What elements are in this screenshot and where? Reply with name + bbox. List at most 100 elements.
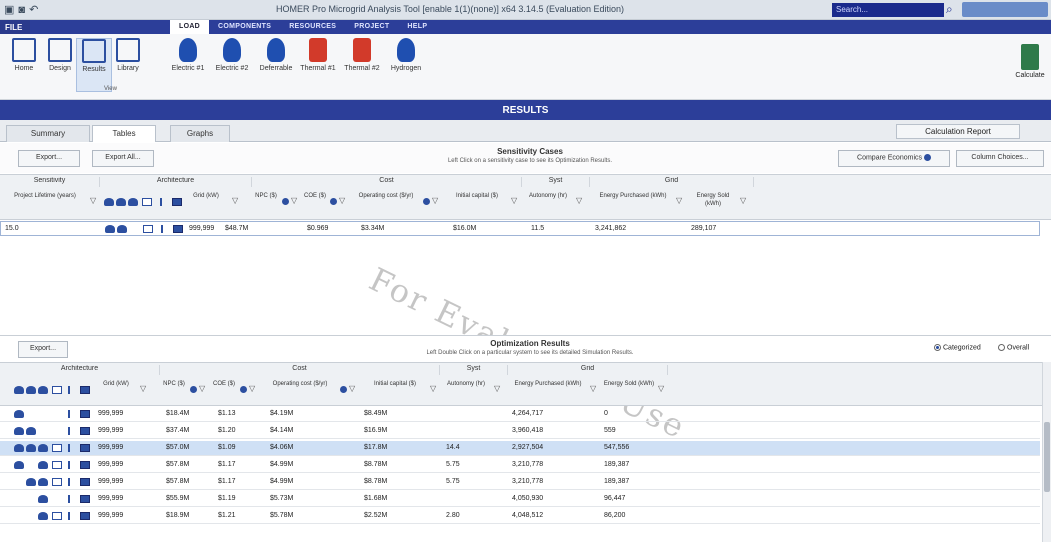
cell-coe: $1.09 <box>218 444 236 451</box>
ribbon-button-thermal-1[interactable]: Thermal #1 <box>300 38 336 92</box>
filter-icon[interactable]: ▽ <box>590 384 596 393</box>
ribbon-button-hydrogen[interactable]: Hydrogen <box>388 38 424 92</box>
col-coe[interactable]: COE ($) <box>303 192 327 200</box>
info-icon[interactable] <box>423 198 430 205</box>
col-energy-sold[interactable]: Energy Sold (kWh) <box>688 192 738 208</box>
arch-electric1-icon <box>104 198 114 206</box>
title-bar: ▣ ◙ ↶ HOMER Pro Microgrid Analysis Tool … <box>0 0 1051 20</box>
ribbon-button-electric-1[interactable]: Electric #1 <box>170 38 206 92</box>
sensitivity-export-button[interactable]: Export... <box>18 150 80 167</box>
window-title: HOMER Pro Microgrid Analysis Tool [enabl… <box>275 4 624 14</box>
filter-icon[interactable]: ▽ <box>676 196 682 205</box>
col-operating-cost[interactable]: Operating cost ($/yr) <box>352 192 420 200</box>
sensitivity-row[interactable]: 15.0 999,999 $48.7M $0.969 $3.34M $16.0M… <box>0 221 1040 236</box>
column-choices-button[interactable]: Column Choices... <box>956 150 1044 167</box>
col-npc[interactable]: NPC ($) <box>162 380 186 388</box>
info-icon[interactable] <box>340 386 347 393</box>
tab-summary[interactable]: Summary <box>6 125 90 142</box>
col-initial-capital[interactable]: Initial capital ($) <box>362 380 428 388</box>
col-project-lifetime[interactable]: Project Lifetime (years) <box>2 192 88 200</box>
menu-tab-help[interactable]: HELP <box>398 20 436 34</box>
sensitivity-subtitle: Left Click on a sensitivity case to see … <box>447 158 613 164</box>
filter-icon[interactable]: ▽ <box>339 196 345 205</box>
ribbon-button-design[interactable]: Design <box>42 38 78 92</box>
info-icon[interactable] <box>240 386 247 393</box>
ribbon-button-electric-2[interactable]: Electric #2 <box>214 38 250 92</box>
arch-grid-icon <box>68 495 78 503</box>
info-icon[interactable] <box>282 198 289 205</box>
col-autonomy[interactable]: Autonomy (hr) <box>524 192 572 200</box>
filter-icon[interactable]: ▽ <box>494 384 500 393</box>
cell-purchased: 4,050,930 <box>512 495 544 502</box>
optimization-export-button[interactable]: Export... <box>18 341 68 358</box>
col-energy-purchased[interactable]: Energy Purchased (kWh) <box>510 380 586 388</box>
ribbon-button-thermal-2[interactable]: Thermal #2 <box>344 38 380 92</box>
group-architecture: Architecture <box>0 365 160 375</box>
filter-icon[interactable]: ▽ <box>740 196 746 205</box>
overall-label: Overall <box>1007 344 1030 352</box>
app-icon[interactable]: ▣ <box>4 3 14 16</box>
filter-icon[interactable]: ▽ <box>199 384 205 393</box>
calculate-button[interactable]: Calculate <box>1010 44 1050 96</box>
ribbon-button-label: Library <box>117 65 139 72</box>
filter-icon[interactable]: ▽ <box>249 384 255 393</box>
optimization-scrollbar[interactable] <box>1042 362 1051 542</box>
tab-graphs[interactable]: Graphs <box>170 125 230 142</box>
overall-radio[interactable]: Overall <box>998 344 1029 351</box>
cell-capital: $2.52M <box>364 512 388 519</box>
cell-npc: $57.8M <box>166 461 190 468</box>
col-operating-cost[interactable]: Operating cost ($/yr) <box>262 380 338 388</box>
filter-icon[interactable]: ▽ <box>349 384 355 393</box>
filter-icon[interactable]: ▽ <box>291 196 297 205</box>
ribbon-button-label: Electric #1 <box>171 65 205 72</box>
info-icon[interactable] <box>190 386 197 393</box>
info-icon[interactable] <box>330 198 337 205</box>
search-input[interactable]: Search... <box>832 3 944 17</box>
filter-icon[interactable]: ▽ <box>232 196 238 205</box>
cell-grid: 999,999 <box>98 444 124 451</box>
menu-tab-components[interactable]: COMPONENTS <box>209 20 280 34</box>
ribbon-button-home[interactable]: Home <box>6 38 42 92</box>
ribbon-button-deferrable[interactable]: Deferrable <box>258 38 294 92</box>
col-npc[interactable]: NPC ($) <box>254 192 278 200</box>
filter-icon[interactable]: ▽ <box>432 196 438 205</box>
optimization-row[interactable]: 999,999 $18.4M $1.13 $4.19M $8.49M 4,264,717 0 <box>0 407 1040 422</box>
optimization-row[interactable]: 999,999 $57.0M $1.09 $4.06M $17.8M 14.4 2,927,… <box>0 441 1040 456</box>
cell-npc: $57.0M <box>166 444 190 451</box>
optimization-row[interactable]: 999,999 $57.8M $1.17 $4.99M $8.78M 5.75 3,210,… <box>0 475 1040 490</box>
menu-tab-project[interactable]: PROJECT <box>345 20 398 34</box>
col-grid-kw[interactable]: Grid (kW) <box>96 380 136 388</box>
optimization-row[interactable]: 999,999 $57.8M $1.17 $4.99M $8.78M 5.75 3,210,… <box>0 458 1040 473</box>
menu-tab-resources[interactable]: RESOURCES <box>280 20 345 34</box>
window-controls[interactable] <box>962 2 1048 17</box>
scrollbar-thumb[interactable] <box>1044 422 1050 492</box>
col-autonomy[interactable]: Autonomy (hr) <box>442 380 490 388</box>
optimization-row[interactable]: 999,999 $55.9M $1.19 $5.73M $1.68M 4,050,930 9… <box>0 492 1040 507</box>
col-coe[interactable]: COE ($) <box>212 380 236 388</box>
col-energy-sold[interactable]: Energy Sold (kWh) <box>602 380 656 388</box>
categorized-radio[interactable]: Categorized <box>934 344 981 351</box>
file-menu[interactable]: FILE <box>0 20 30 34</box>
undo-icon[interactable]: ↶ <box>29 3 38 16</box>
ribbon-button-library[interactable]: Library <box>110 38 146 92</box>
search-icon[interactable]: ⌕ <box>946 2 960 16</box>
tab-tables[interactable]: Tables <box>92 125 156 142</box>
sensitivity-export-all-button[interactable]: Export All... <box>92 150 154 167</box>
menu-tab-load[interactable]: LOAD <box>170 20 210 34</box>
compare-economics-button[interactable]: Compare Economics <box>838 150 950 167</box>
filter-icon[interactable]: ▽ <box>90 196 96 205</box>
col-initial-capital[interactable]: Initial capital ($) <box>446 192 508 200</box>
filter-icon[interactable]: ▽ <box>430 384 436 393</box>
ribbon-button-results[interactable]: Results <box>76 38 112 92</box>
optimization-row[interactable]: 999,999 $18.9M $1.21 $5.78M $2.52M 2.80 4,048,… <box>0 509 1040 524</box>
filter-icon[interactable]: ▽ <box>576 196 582 205</box>
filter-icon[interactable]: ▽ <box>511 196 517 205</box>
filter-icon[interactable]: ▽ <box>658 384 664 393</box>
optimization-row[interactable]: 999,999 $37.4M $1.20 $4.14M $16.9M 3,960,418 5… <box>0 424 1040 439</box>
cell-sold: 547,556 <box>604 444 630 451</box>
col-grid-kw[interactable]: Grid (kW) <box>186 192 226 200</box>
col-energy-purchased[interactable]: Energy Purchased (kWh) <box>592 192 674 200</box>
calculation-report-button[interactable]: Calculation Report <box>896 124 1020 139</box>
filter-icon[interactable]: ▽ <box>140 384 146 393</box>
save-icon[interactable]: ◙ <box>18 4 25 16</box>
